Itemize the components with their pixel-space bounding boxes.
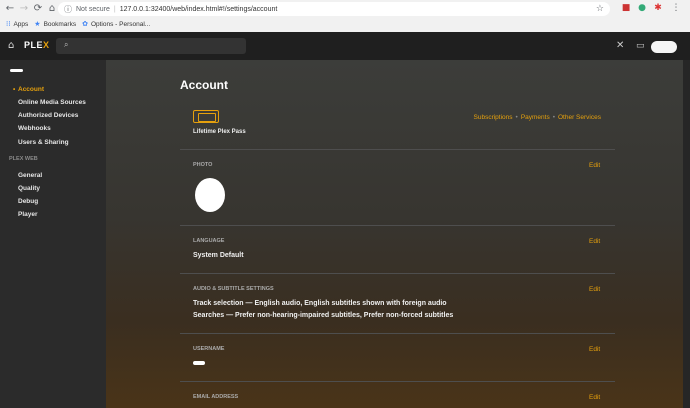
sidebar-item-debug[interactable]: Debug — [18, 198, 38, 205]
link-separator: • — [552, 114, 555, 121]
server-name[interactable] — [10, 69, 23, 72]
account-settings-panel: Account Lifetime Plex Pass Subscriptions… — [106, 60, 690, 408]
menu-icon[interactable]: ⋮ — [670, 2, 682, 14]
divider — [180, 381, 615, 382]
home-icon[interactable]: ⌂ — [8, 40, 14, 52]
bookmark-label: Bookmarks — [43, 20, 77, 28]
divider — [180, 225, 615, 226]
bookmark-star-icon[interactable]: ☆ — [596, 2, 604, 16]
subscriptions-link[interactable]: Subscriptions — [474, 114, 513, 121]
plex-logo[interactable]: PLEX — [24, 40, 50, 50]
cast-icon[interactable]: ▭ — [636, 40, 645, 52]
home-icon[interactable]: ⌂ — [45, 2, 59, 16]
other-services-link[interactable]: Other Services — [558, 114, 601, 121]
account-links: Subscriptions • Payments • Other Services — [474, 114, 602, 121]
link-separator: • — [515, 114, 518, 121]
gear-icon: ✿ — [82, 20, 88, 28]
forward-icon[interactable]: → — [17, 2, 31, 16]
url-text[interactable]: 127.0.0.1:32400/web/index.html#!/setting… — [120, 6, 278, 13]
back-icon[interactable]: ← — [3, 2, 17, 16]
avatar[interactable] — [651, 41, 677, 53]
divider — [180, 149, 615, 150]
extension-icon[interactable]: ● — [636, 2, 648, 14]
extension-icon[interactable]: ✱ — [652, 2, 664, 14]
section-heading-photo: PHOTO — [193, 162, 213, 168]
audio-track-selection: Track selection — English audio, English… — [193, 300, 447, 307]
section-heading-language: LANGUAGE — [193, 238, 225, 244]
edit-audio-subtitle-button[interactable]: Edit — [589, 286, 600, 293]
sidebar-item-quality[interactable]: Quality — [18, 185, 40, 192]
address-separator: | — [113, 5, 116, 13]
plex-topbar: ⌂ PLEX ⌕ ✕ ▭ — [0, 32, 690, 60]
sidebar-item-label: Authorized Devices — [18, 112, 79, 119]
extension-icon[interactable]: ■ — [620, 2, 632, 14]
settings-sidebar: • Account Online Media Sources Authorize… — [0, 60, 106, 408]
logo-accent: X — [43, 40, 50, 50]
sidebar-item-label: Quality — [18, 185, 41, 192]
section-heading-audio-subtitle: AUDIO & SUBTITLE SETTINGS — [193, 286, 274, 292]
edit-email-button[interactable]: Edit — [589, 394, 600, 401]
plex-pass-badge-icon — [193, 110, 219, 123]
bookmark-label: Apps — [13, 20, 29, 28]
apps-grid-icon: ⁞⁞ — [6, 20, 11, 28]
avatar — [195, 178, 225, 212]
bookmarks-bar: ⁞⁞ Apps ★ Bookmarks ✿ Options - Personal… — [0, 18, 690, 30]
settings-tools-icon[interactable]: ✕ — [616, 40, 624, 52]
sidebar-item-general[interactable]: General — [18, 172, 42, 179]
sidebar-item-label: Debug — [18, 198, 39, 205]
search-icon: ⌕ — [64, 40, 69, 49]
payments-link[interactable]: Payments — [521, 114, 550, 121]
edit-language-button[interactable]: Edit — [589, 238, 600, 245]
sidebar-item-label: Account — [18, 86, 44, 93]
bookmark-apps[interactable]: ⁞⁞ Apps — [6, 20, 28, 28]
info-icon[interactable]: ⓘ — [64, 4, 72, 15]
sidebar-item-label: Webhooks — [18, 125, 51, 132]
search-input[interactable]: ⌕ — [56, 38, 246, 54]
sidebar-item-online-media-sources[interactable]: Online Media Sources — [18, 99, 86, 106]
audio-searches: Searches — Prefer non-hearing-impaired s… — [193, 312, 454, 319]
browser-chrome: ← → ⟳ ⌂ ⓘ Not secure | 127.0.0.1:32400/w… — [0, 0, 690, 32]
bookmark-bookmarks[interactable]: ★ Bookmarks — [34, 20, 76, 28]
sidebar-section-plex-web: PLEX WEB — [9, 156, 38, 162]
edit-photo-button[interactable]: Edit — [589, 162, 600, 169]
sidebar-item-users-sharing[interactable]: Users & Sharing — [18, 139, 69, 146]
bookmark-label: Options - Personal... — [90, 20, 151, 28]
sidebar-item-webhooks[interactable]: Webhooks — [18, 125, 51, 132]
section-heading-username: USERNAME — [193, 346, 225, 352]
star-icon: ★ — [34, 20, 41, 28]
divider — [180, 273, 615, 274]
bookmark-options[interactable]: ✿ Options - Personal... — [82, 20, 150, 28]
language-value: System Default — [193, 252, 244, 259]
sidebar-item-label: Online Media Sources — [18, 99, 86, 106]
plex-pass-label: Lifetime Plex Pass — [193, 129, 246, 135]
page-title: Account — [180, 78, 228, 92]
address-bar[interactable]: ⓘ Not secure | 127.0.0.1:32400/web/index… — [58, 2, 610, 16]
reload-icon[interactable]: ⟳ — [31, 2, 45, 16]
security-label: Not secure — [76, 5, 110, 13]
sidebar-item-player[interactable]: Player — [18, 211, 38, 218]
divider — [180, 333, 615, 334]
sidebar-item-account[interactable]: • Account — [13, 86, 44, 93]
username-value — [193, 361, 205, 365]
logo-text: PLE — [24, 40, 44, 50]
sidebar-item-authorized-devices[interactable]: Authorized Devices — [18, 112, 78, 119]
section-heading-email: EMAIL ADDRESS — [193, 394, 239, 400]
sidebar-item-label: Player — [18, 211, 38, 218]
sidebar-item-label: General — [18, 172, 43, 179]
scrollbar[interactable] — [683, 60, 690, 408]
active-indicator: • — [13, 86, 16, 93]
edit-username-button[interactable]: Edit — [589, 346, 600, 353]
sidebar-item-label: Users & Sharing — [18, 139, 69, 146]
